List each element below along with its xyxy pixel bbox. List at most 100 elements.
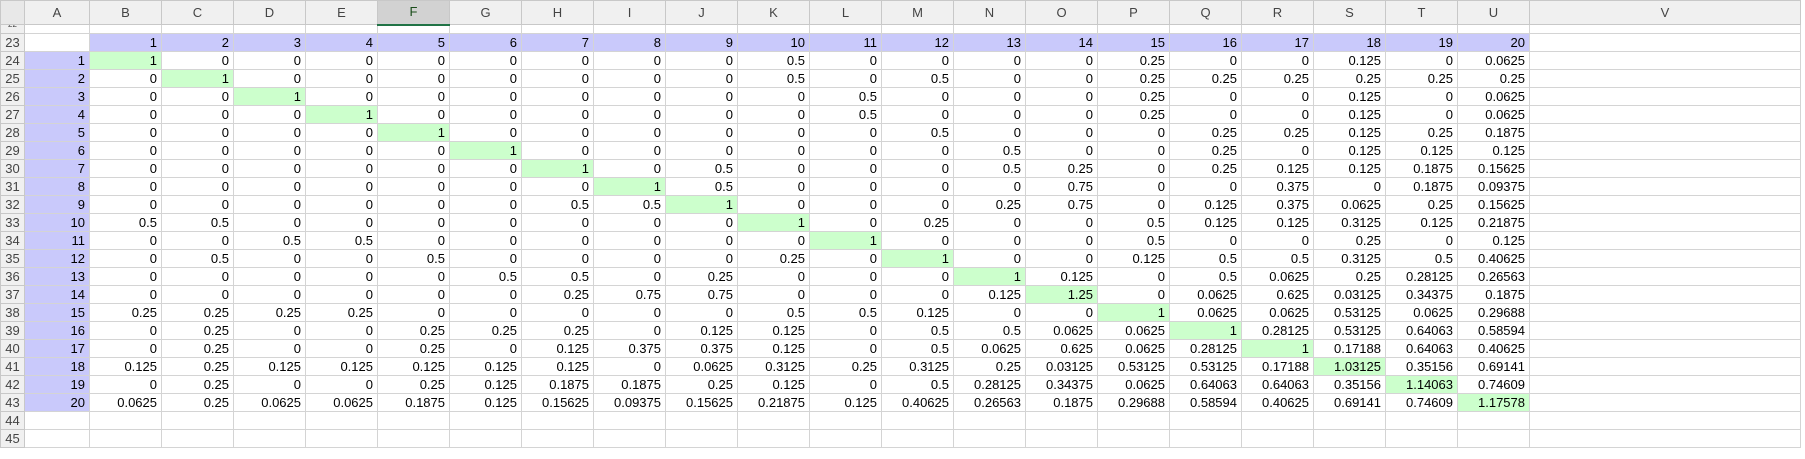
cell[interactable]: 0 [521, 105, 594, 124]
cell[interactable] [1529, 393, 1801, 412]
cell[interactable] [1529, 213, 1801, 232]
cell[interactable]: 0.0625 [1457, 105, 1530, 124]
header-label-cell[interactable]: 14 [1025, 33, 1098, 52]
cell[interactable] [1097, 429, 1170, 448]
cell[interactable] [809, 24, 882, 34]
cell[interactable]: 0 [665, 141, 738, 160]
diagonal-cell[interactable]: 1 [1169, 321, 1242, 340]
row-label-cell[interactable]: 19 [24, 375, 90, 394]
cell[interactable]: 0.03125 [1313, 285, 1386, 304]
diagonal-cell[interactable]: 1 [377, 123, 450, 142]
cell[interactable]: 0 [1241, 87, 1314, 106]
cell[interactable]: 0 [1241, 141, 1314, 160]
diagonal-cell[interactable]: 1 [809, 231, 882, 250]
cell[interactable]: 0 [233, 159, 306, 178]
cell[interactable]: 0 [305, 87, 378, 106]
cell[interactable]: 0 [305, 51, 378, 70]
cell[interactable]: 0 [161, 195, 234, 214]
cell[interactable]: 0.5 [809, 105, 882, 124]
cell[interactable] [1313, 24, 1386, 34]
cell[interactable]: 0 [89, 321, 162, 340]
cell[interactable]: 0 [881, 159, 954, 178]
row-label-cell[interactable]: 13 [24, 267, 90, 286]
cell[interactable]: 0 [233, 285, 306, 304]
cell[interactable]: 0.17188 [1313, 339, 1386, 358]
cell[interactable] [1241, 411, 1314, 430]
header-label-cell[interactable]: 18 [1313, 33, 1386, 52]
cell[interactable]: 0.25 [953, 195, 1026, 214]
cell[interactable]: 0.35156 [1385, 357, 1458, 376]
column-header-q[interactable]: Q [1169, 0, 1242, 25]
row-header[interactable]: 26 [0, 87, 25, 106]
row-header[interactable]: 24 [0, 51, 25, 70]
cell[interactable]: 0 [377, 87, 450, 106]
row-header[interactable]: 35 [0, 249, 25, 268]
cell[interactable]: 0 [233, 249, 306, 268]
cell[interactable]: 0 [233, 105, 306, 124]
cell[interactable]: 0.1875 [1025, 393, 1098, 412]
row-header[interactable]: 41 [0, 357, 25, 376]
cell[interactable]: 0 [953, 177, 1026, 196]
cell[interactable]: 0.26563 [953, 393, 1026, 412]
column-header-n[interactable]: N [953, 0, 1026, 25]
cell[interactable]: 0.5 [521, 195, 594, 214]
cell[interactable]: 0 [89, 87, 162, 106]
cell[interactable]: 0.25 [737, 249, 810, 268]
cell[interactable]: 0 [809, 195, 882, 214]
cell[interactable]: 0 [665, 249, 738, 268]
cell[interactable]: 0.26563 [1457, 267, 1530, 286]
cell[interactable]: 0 [953, 213, 1026, 232]
cell[interactable]: 0 [449, 123, 522, 142]
cell[interactable]: 0.25 [1313, 267, 1386, 286]
cell[interactable]: 0 [1025, 123, 1098, 142]
cell[interactable]: 0 [89, 69, 162, 88]
cell[interactable]: 0.125 [377, 357, 450, 376]
cell[interactable]: 0 [737, 87, 810, 106]
cell[interactable]: 0.5 [881, 375, 954, 394]
cell[interactable]: 0.5 [737, 303, 810, 322]
cell[interactable]: 0 [1385, 51, 1458, 70]
cell[interactable] [737, 429, 810, 448]
diagonal-cell[interactable]: 1.17578 [1457, 393, 1530, 412]
cell[interactable]: 0 [593, 141, 666, 160]
cell[interactable] [1025, 411, 1098, 430]
cell[interactable]: 0 [377, 51, 450, 70]
cell[interactable]: 0.125 [1313, 141, 1386, 160]
column-header-b[interactable]: B [89, 0, 162, 25]
cell[interactable]: 0 [89, 339, 162, 358]
header-label-cell[interactable]: 1 [89, 33, 162, 52]
cell[interactable]: 0.5 [233, 231, 306, 250]
cell[interactable] [1529, 249, 1801, 268]
cell[interactable] [809, 429, 882, 448]
column-header-h[interactable]: H [521, 0, 594, 25]
cell[interactable]: 0 [593, 69, 666, 88]
column-header-j[interactable]: J [665, 0, 738, 25]
cell[interactable]: 0.5 [665, 177, 738, 196]
cell[interactable]: 0.25 [1097, 69, 1170, 88]
cell[interactable] [1097, 24, 1170, 34]
cell[interactable]: 0.125 [737, 321, 810, 340]
cell[interactable]: 0 [89, 249, 162, 268]
cell[interactable]: 0 [161, 105, 234, 124]
cell[interactable]: 0 [1097, 195, 1170, 214]
header-label-cell[interactable]: 4 [305, 33, 378, 52]
cell[interactable] [305, 411, 378, 430]
cell[interactable]: 0.0625 [1385, 303, 1458, 322]
cell[interactable]: 0.125 [1385, 213, 1458, 232]
cell[interactable]: 0 [665, 123, 738, 142]
cell[interactable]: 0 [881, 231, 954, 250]
cell[interactable]: 0 [881, 285, 954, 304]
cell[interactable]: 0 [1241, 231, 1314, 250]
cell[interactable]: 0 [449, 213, 522, 232]
cell[interactable]: 0 [593, 105, 666, 124]
cell[interactable] [1457, 411, 1530, 430]
cell[interactable]: 0 [161, 87, 234, 106]
row-label-cell[interactable]: 8 [24, 177, 90, 196]
header-label-cell[interactable]: 20 [1457, 33, 1530, 52]
cell[interactable]: 0.1875 [1385, 177, 1458, 196]
cell[interactable]: 0.5 [521, 267, 594, 286]
cell[interactable]: 0 [449, 51, 522, 70]
cell[interactable] [881, 429, 954, 448]
cell-table[interactable]: ABCDEFGHIJKLMNOPQRSTUV 22 23 1 2 3 4 5 6 7 8 9 10 11… [0, 0, 1801, 448]
cell[interactable]: 0 [1097, 177, 1170, 196]
